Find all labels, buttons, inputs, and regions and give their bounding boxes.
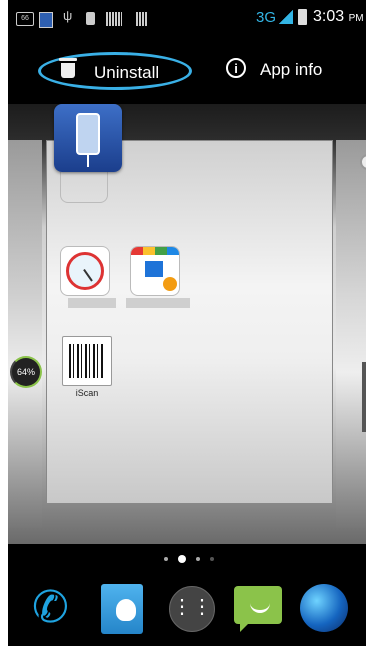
adjacent-page-right[interactable] [336, 140, 366, 528]
page-dot [164, 557, 168, 561]
person-icon [116, 599, 136, 621]
scroll-handle[interactable] [362, 362, 366, 432]
browser-button[interactable] [298, 582, 350, 634]
smartphone-icon [76, 113, 100, 155]
paint-icon [130, 246, 180, 296]
uninstall-label: Uninstall [94, 63, 160, 82]
drop-target-bar: Uninstall i App info [8, 38, 366, 104]
clock: 3:03 PM [313, 8, 364, 26]
phone-button[interactable]: ✆ [28, 582, 80, 634]
info-icon: i [226, 58, 246, 78]
speedometer-icon [60, 246, 110, 296]
page-indicator [8, 552, 366, 566]
page-dot-active [178, 555, 186, 563]
barcode-icon-2 [136, 12, 148, 26]
trash-icon [59, 58, 77, 78]
battery-widget[interactable]: 64% [10, 356, 42, 388]
all-apps-button[interactable]: ⋮⋮ [165, 582, 217, 634]
house-icon [145, 261, 163, 277]
phone-screen: 66 ψ 3G 3:03 PM Uninstall i App info iSc… [8, 0, 366, 646]
globe-icon [300, 584, 348, 632]
drop-placeholder [60, 172, 108, 203]
gauge-needle [83, 268, 93, 282]
app-label-placeholder [126, 298, 190, 308]
contacts-icon [101, 584, 143, 634]
uninstall-button[interactable]: Uninstall [38, 52, 192, 90]
all-apps-icon: ⋮⋮ [169, 586, 215, 632]
dock: ✆ ⋮⋮ [8, 572, 366, 646]
app-info-label: App info [260, 60, 323, 79]
bubble-tail [240, 622, 250, 632]
color-stripe [131, 247, 179, 255]
adjacent-page-left[interactable] [8, 140, 42, 528]
iscan-label: iScan [75, 388, 99, 398]
barcode-icon [106, 12, 122, 26]
widget-dot [360, 154, 366, 170]
photo-icon [39, 12, 53, 28]
notification-icon: 66 [16, 12, 34, 26]
status-bar: 66 ψ 3G 3:03 PM [8, 0, 366, 38]
gauge-dial [66, 252, 104, 290]
page-dot [210, 557, 214, 561]
barcode-app-icon [62, 336, 112, 386]
messaging-button[interactable] [232, 582, 284, 634]
brush-badge-icon [163, 277, 177, 291]
clock-time: 3:03 [313, 8, 345, 25]
page-dot [196, 557, 200, 561]
phone-icon: ✆ [32, 583, 69, 632]
contacts-button[interactable] [97, 582, 149, 634]
sd-icon [86, 12, 95, 25]
phone-sync-app[interactable] [54, 104, 122, 172]
clock-ampm: PM [348, 13, 364, 24]
usb-icon: ψ [63, 8, 73, 23]
cable-icon [87, 155, 89, 167]
messaging-icon [234, 586, 282, 624]
app-info-button[interactable]: i App info [226, 54, 356, 88]
network-type: 3G [256, 9, 277, 26]
signal-icon [279, 10, 293, 24]
app-label-placeholder [68, 298, 116, 308]
battery-icon [298, 9, 307, 25]
smile-icon [250, 600, 270, 613]
